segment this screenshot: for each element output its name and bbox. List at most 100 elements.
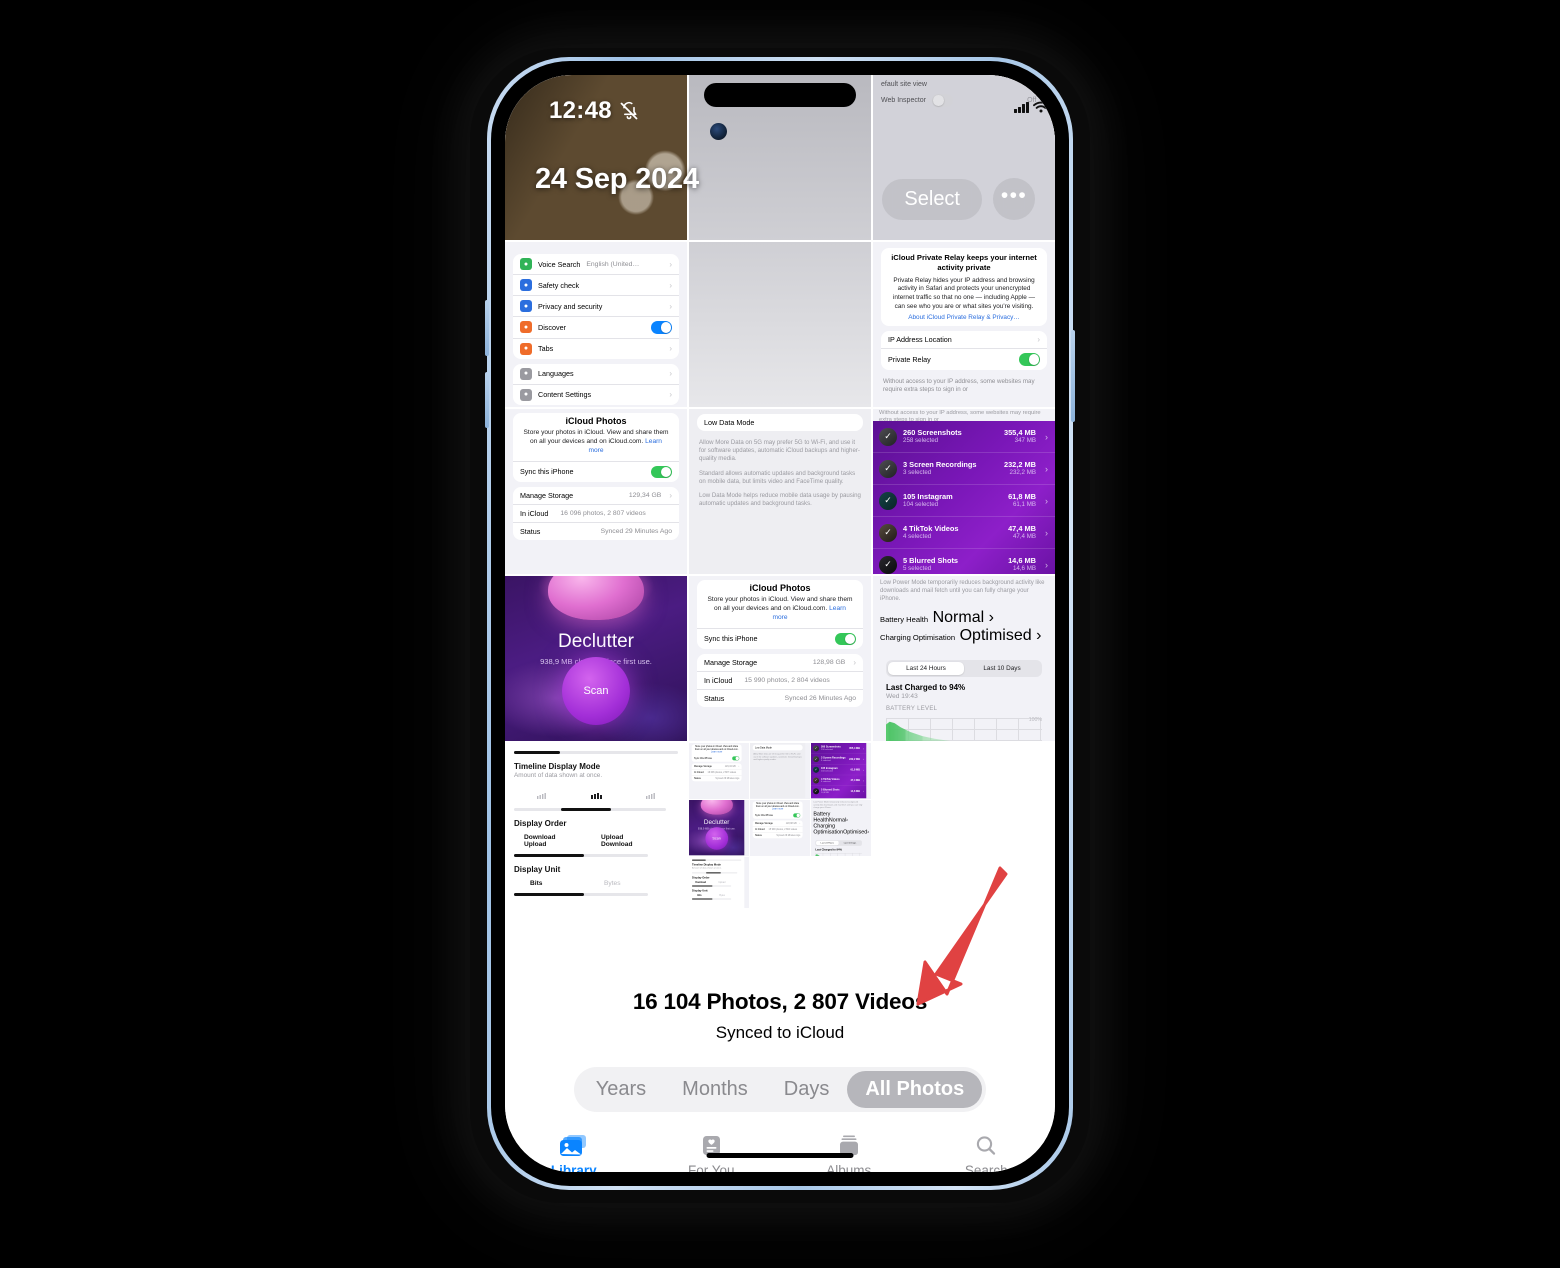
icloud-title: iCloud Photos — [565, 416, 627, 426]
item-size: 47,4 MB — [1008, 524, 1036, 533]
settings-row-tabs[interactable]: ● Tabs › — [513, 339, 679, 359]
private-relay-toggle[interactable] — [1019, 353, 1040, 366]
photo-thumbnail-nested-screenshot[interactable]: Store your photos in iCloud. View and sh… — [689, 743, 871, 908]
declutter-item-row[interactable]: 5 Blurred Shots 5 selected 14,6 MB 14,6 … — [873, 549, 1055, 574]
bars-icon-medium — [569, 786, 624, 804]
phone-button-power[interactable] — [1071, 330, 1075, 422]
chevron-right-icon: › — [1045, 495, 1048, 506]
row-label: IP Address Location — [888, 335, 952, 345]
sync-toggle[interactable] — [835, 632, 856, 646]
manage-storage-row[interactable]: Manage Storage 128,98 GB › — [697, 654, 863, 673]
display-order-options[interactable]: Download Upload Upload Download — [514, 834, 678, 848]
display-order-slider[interactable] — [514, 854, 648, 857]
declutter-item-row[interactable]: 260 Screenshots 258 selected 355,4 MB 34… — [873, 421, 1055, 453]
settings-row-languages[interactable]: ● Languages › — [513, 364, 679, 385]
photo-thumbnail-battery[interactable]: Low Power Mode temporarily reduces backg… — [873, 576, 1055, 741]
settings-row-content-settings[interactable]: ● Content Settings › — [513, 385, 679, 405]
item-size: 61,8 MB — [1008, 492, 1036, 501]
photo-thumbnail-blank-2[interactable] — [689, 242, 871, 407]
tab-library[interactable]: Library — [505, 1134, 643, 1172]
settings-row-private-relay[interactable]: Private Relay — [881, 349, 1047, 370]
phone-button-volume-up[interactable] — [485, 300, 489, 356]
sync-this-iphone-row[interactable]: Sync this iPhone — [697, 627, 863, 650]
tab-search[interactable]: Search — [918, 1134, 1056, 1172]
timeline-display-mode-sub: Amount of data shown at once. — [514, 772, 603, 779]
segment-days[interactable]: Days — [766, 1071, 848, 1108]
declutter-item-row[interactable]: 105 Instagram 104 selected 61,8 MB 61,1 … — [873, 485, 1055, 517]
photo-thumbnail-low-data-mode[interactable]: Low Data Mode Allow More Data on 5G may … — [689, 409, 871, 574]
segment-months[interactable]: Months — [664, 1071, 766, 1108]
status-row: Status Synced 29 Minutes Ago — [513, 523, 679, 540]
display-unit-slider[interactable] — [514, 893, 648, 896]
web-inspector-label: Web Inspector — [881, 96, 927, 104]
segment-last-24-hours[interactable]: Last 24 Hours — [888, 662, 964, 676]
display-unit-options[interactable]: Bits Bytes — [514, 880, 678, 887]
settings-row-discover[interactable]: ● Discover — [513, 317, 679, 339]
item-title: 260 Screenshots — [903, 428, 962, 437]
photo-thumbnail-private-relay[interactable]: iCloud Private Relay keeps your internet… — [873, 242, 1055, 407]
chevron-right-icon: › — [1045, 463, 1048, 474]
private-relay-link[interactable]: About iCloud Private Relay & Privacy… — [888, 314, 1040, 321]
battery-health-row[interactable]: Battery Health Normal › — [880, 609, 1048, 627]
photo-thumbnail-declutter-results[interactable]: Without access to your IP address, some … — [873, 409, 1055, 574]
web-inspector-toggle[interactable] — [932, 94, 954, 107]
segment-years[interactable]: Years — [578, 1071, 664, 1108]
row-label: Status — [704, 694, 725, 704]
discover-toggle[interactable] — [651, 321, 672, 334]
low-data-mode-row[interactable]: Low Data Mode — [697, 414, 863, 431]
nested-cell — [811, 857, 871, 908]
photo-thumbnail-display-settings[interactable]: Timeline Display Mode Amount of data sho… — [505, 743, 687, 908]
order-option-download-upload[interactable]: Download Upload — [514, 834, 601, 848]
progress-track-top[interactable] — [514, 751, 678, 754]
row-label: Low Data Mode — [704, 418, 755, 427]
photo-thumbnail-icloud-photos-left[interactable]: iCloud Photos Store your photos in iClou… — [505, 409, 687, 574]
phone-button-volume-down[interactable] — [485, 372, 489, 428]
photo-thumbnail-safari-settings[interactable]: ● Voice Search English (United… › ● Safe… — [505, 242, 687, 407]
low-data-para-2: Standard allows automatic updates and ba… — [699, 469, 856, 485]
chevron-right-icon: › — [1045, 559, 1048, 570]
battery-range-segmented-control[interactable]: Last 24 Hours Last 10 Days — [886, 660, 1042, 678]
more-options-button[interactable]: ••• — [993, 178, 1035, 220]
segment-all-photos[interactable]: All Photos — [847, 1071, 983, 1108]
settings-row-privacy[interactable]: ● Privacy and security › — [513, 296, 679, 317]
bars-icon-small — [514, 786, 569, 804]
settings-row-safety-check[interactable]: ● Safety check › — [513, 275, 679, 296]
select-button[interactable]: Select — [882, 178, 982, 220]
declutter-item-row[interactable]: 4 TikTok Videos 4 selected 47,4 MB 47,4 … — [873, 517, 1055, 549]
timeline-display-mode-slider[interactable] — [514, 808, 666, 811]
declutter-results-list[interactable]: 260 Screenshots 258 selected 355,4 MB 34… — [873, 421, 1055, 574]
settings-row-voice-search[interactable]: ● Voice Search English (United… › — [513, 254, 679, 275]
photo-thumbnail-declutter-card[interactable]: Declutter 938,9 MB cleaned since first u… — [505, 576, 687, 741]
photo-thumbnail-blank-3[interactable] — [873, 743, 1055, 908]
nested-photos-grid: Store your photos in iCloud. View and sh… — [689, 743, 871, 908]
order-option-upload-download[interactable]: Upload Download — [601, 834, 678, 848]
item-size-sub: 61,1 MB — [1012, 501, 1036, 509]
scan-button[interactable]: Scan — [562, 657, 630, 725]
timeline-segmented-control[interactable]: Years Months Days All Photos — [573, 1067, 987, 1112]
segment-last-10-days[interactable]: Last 10 Days — [964, 662, 1040, 675]
charging-optimisation-row[interactable]: Charging Optimisation Optimised › — [880, 627, 1048, 645]
chevron-right-icon: › — [669, 280, 672, 290]
low-power-note: Low Power Mode temporarily reduces backg… — [880, 580, 1045, 602]
declutter-title: Declutter — [557, 631, 635, 652]
unit-option-bits[interactable]: Bits — [514, 880, 604, 887]
display-unit-title: Display Unit — [514, 865, 561, 874]
row-value: 128,98 GB — [812, 659, 846, 667]
battery-level-label: BATTERY LEVEL — [886, 706, 938, 713]
unit-option-bytes[interactable]: Bytes — [604, 880, 678, 887]
declutter-item-row[interactable]: 3 Screen Recordings 3 selected 232,2 MB … — [873, 453, 1055, 485]
photo-thumbnail-icloud-photos-mid[interactable]: iCloud Photos Store your photos in iClou… — [689, 576, 871, 741]
sync-this-iphone-row[interactable]: Sync this iPhone — [513, 460, 679, 483]
photos-header-actions[interactable]: Select ••• — [882, 178, 1035, 220]
sync-toggle[interactable] — [651, 465, 672, 479]
screenshot-root: efault site view Mobi Web Inspector Off … — [0, 0, 1560, 1268]
private-relay-footnote: Without access to your IP address, some … — [883, 377, 1035, 393]
nested-cell: Store your photos in iCloud. View and sh… — [750, 800, 810, 856]
dynamic-island — [704, 83, 856, 107]
icloud-storage-card: Manage Storage 129,34 GB › In iCloud 16 … — [513, 487, 679, 541]
manage-storage-row[interactable]: Manage Storage 129,34 GB › — [513, 487, 679, 506]
settings-row-ip-location[interactable]: IP Address Location › — [881, 331, 1047, 350]
checked-thumbnail-icon — [879, 555, 897, 574]
display-settings-sheet: Timeline Display Mode Amount of data sho… — [505, 743, 687, 908]
home-indicator[interactable] — [706, 1152, 854, 1158]
